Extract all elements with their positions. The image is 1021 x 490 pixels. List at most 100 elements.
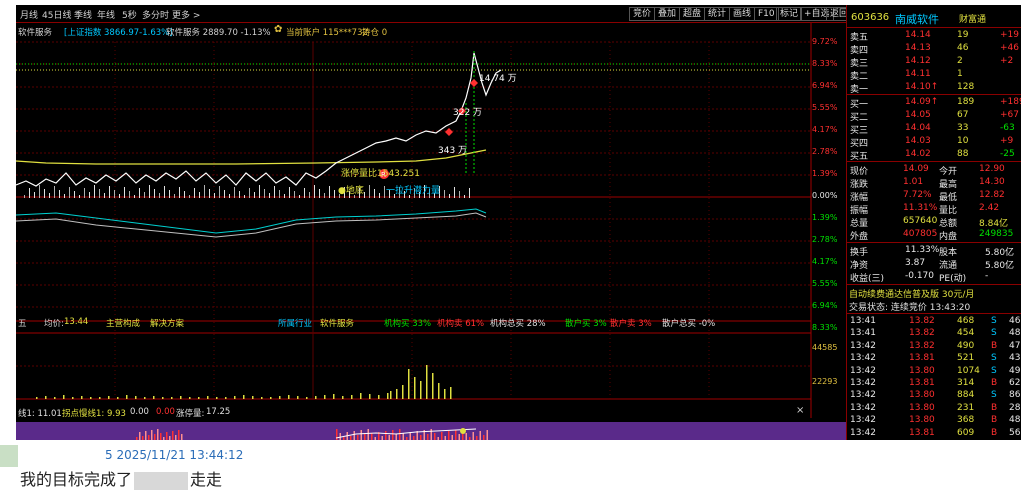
tick-side: B [991,427,998,438]
stat-label: 收益(三) [850,274,885,284]
axis-label: 9.72% [812,37,838,46]
indicator-strip-bar [136,437,138,440]
avg-value: 13.44 [64,317,89,327]
mini-volume-bar [94,185,95,198]
volume-bar [279,396,281,399]
quote-value: 407805 [903,229,938,239]
volume-bar [117,397,119,399]
ask-volume: 19 [957,30,969,40]
indicator-strip-bar [420,435,422,440]
tick-volume: 231 [957,402,975,413]
institution-total: 机构总买 28% [490,319,546,329]
tick-count: 49 [1009,365,1021,376]
retail-total: 散户总买 -0% [662,319,716,329]
indicator-strip-bar [181,434,183,440]
indicator-strip-bar [476,436,478,440]
ask-row: 卖五 14.14 19 +19 [847,29,1021,43]
mini-volume-bar [449,194,450,198]
indicator-strip-bar [472,432,474,440]
tab-monthly[interactable]: 月线 [20,8,38,21]
stats-button[interactable]: 统计 [704,7,731,21]
volume-bar [432,373,434,399]
bid-volume: 67 [957,110,969,120]
main-composition[interactable]: 主营构成 [106,317,140,329]
ask-change: +19 [1000,30,1019,40]
more-menu[interactable]: 更多 > [172,8,200,21]
volume-bar [99,397,101,399]
volume-bar [324,395,326,399]
mini-volume-bar [69,187,70,198]
mini-volume-bar [219,186,220,198]
volume-bar [261,397,263,399]
super-button[interactable]: 超盘 [679,7,706,21]
tab-quarterly[interactable]: 季线 [74,8,92,21]
mark-button[interactable]: 标记 [776,7,803,21]
tick-price: 13.82 [909,328,935,339]
indicator-strip-bar [486,430,488,440]
volume-bar [135,396,137,399]
indicator-strip-bar [402,433,404,440]
trade-status: 交易状态: 连续竞价 13:43:20 [847,299,1021,313]
ask-volume: 128 [957,82,975,92]
indicator-zero: 0.00 [130,407,149,417]
tick-time: 13:42 [850,353,876,364]
quote-panel: 603636 南威软件 财富通 卖五 14.14 19 +19 卖四 14.13 46 +46… [846,5,1021,440]
mini-volume-bar [179,187,180,198]
volume-bar [252,396,254,399]
volume-bar [438,383,440,399]
tick-row: 13:42 13.81 609 B 56 [847,427,1021,440]
bid-price: 14.03 [905,136,931,146]
subscription-ad[interactable]: 自动续费通达信普及版 30元/月 [847,286,1021,300]
stock-name[interactable]: 南威软件 [895,11,939,27]
tick-row: 13:42 13.80 1074 S 49 [847,365,1021,378]
mini-volume-bar [184,191,185,198]
mini-volume-bar [59,190,60,198]
indicator-strip-bar [437,437,439,440]
tab-yearly[interactable]: 年线 [97,8,115,21]
indicator-strip-bar [413,436,415,440]
tick-count: 43 [1009,353,1021,364]
tick-row: 13:42 13.80 231 B 28 [847,402,1021,415]
volume-bar [171,397,173,399]
draw-button[interactable]: 画线 [729,7,756,21]
avg-label: 均价: [44,319,64,329]
tick-row: 13:41 13.82 454 S 48 [847,327,1021,340]
axis-label: 5.55% [812,279,838,288]
quote-row: 振幅 11.31% 量比 2.42 [847,202,1021,216]
auction-button[interactable]: 竞价 [629,7,656,21]
quote-row: 涨幅 7.72% 最低 12.82 [847,189,1021,203]
tick-price: 13.82 [909,316,935,326]
mini-volume-bar [309,192,310,198]
stat-value: - [985,271,989,281]
redacted-block [134,471,189,490]
bid-change: +189 [1000,97,1021,107]
industry-value[interactable]: 软件服务 [320,317,354,329]
stat-row: 净资 3.87 流通 5.80亿 [847,257,1021,271]
tab-multi-time[interactable]: 多分时 [142,8,169,21]
volume-bar [216,397,218,399]
mini-volume-bar [139,188,140,198]
indicator-strip-bar [434,433,436,440]
intraday-chart[interactable]: 软件服务 [上证指数 3866.97-1.63%] 软件服务 2889.70 -… [16,23,846,419]
mini-volume-bar [119,194,120,198]
indicator-strip-bar [469,437,471,440]
close-panel-icon[interactable]: × [796,405,804,416]
stat-value: -0.170 [905,271,935,281]
stat-value: 3.87 [905,258,926,268]
industry-label: 所属行业 [278,319,313,329]
volume-bar [108,396,110,399]
mini-volume-bar [199,192,200,198]
f10-button[interactable]: F10 [754,7,779,21]
overlay-button[interactable]: 叠加 [654,7,681,21]
tab-45day[interactable]: 45日线 [42,8,71,21]
tick-row: 13:42 13.82 490 B 47 [847,340,1021,353]
mini-volume-bar [444,190,445,198]
indicator-limit-value: 17.25 [206,407,231,417]
mini-volume-bar [234,187,235,198]
tab-5sec[interactable]: 5秒 [122,8,137,21]
quote-value: 7.72% [903,190,932,200]
tick-count: 47 [1009,340,1021,351]
tick-volume: 609 [957,427,975,438]
tick-volume: 314 [957,378,975,388]
ask-row: 卖二 14.11 1 [847,68,1021,82]
